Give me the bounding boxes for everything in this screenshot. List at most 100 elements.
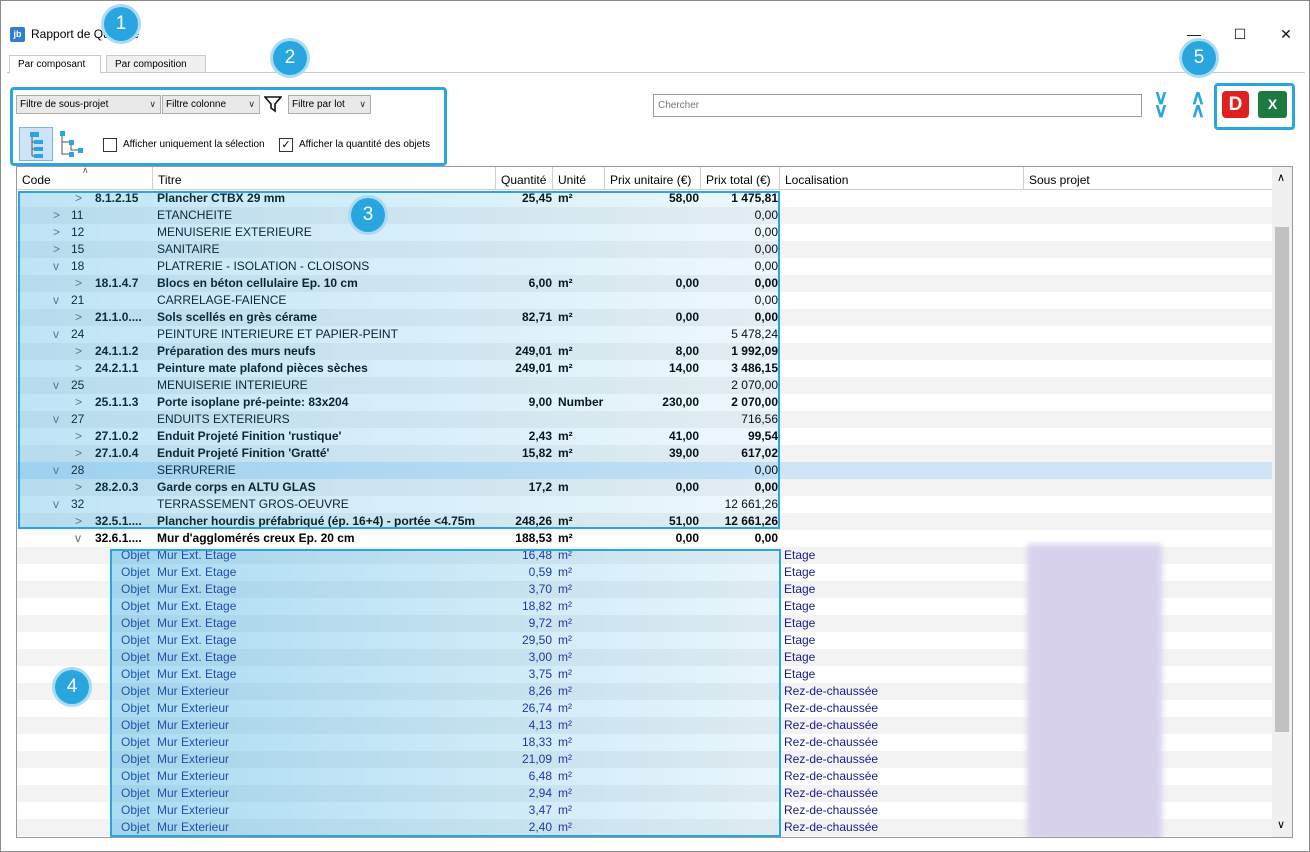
group-row[interactable]: >15 SANITAIRE 0,00 — [17, 241, 1272, 258]
chevron-right-icon[interactable]: > — [75, 428, 89, 445]
group-row[interactable]: >12 MENUISERIE EXTERIEURE 0,00 — [17, 224, 1272, 241]
unit-cell: m² — [558, 667, 572, 681]
group-row[interactable]: v 32 TERRASSEMENT GROS-OEUVRE 12 661,26 — [17, 496, 1272, 513]
unit-price-cell — [605, 462, 699, 479]
search-input[interactable]: Chercher — [653, 94, 1142, 117]
show-object-qty-checkbox[interactable]: ✓ — [279, 138, 293, 152]
column-header-unite[interactable]: Unité — [553, 167, 605, 190]
group-row[interactable]: v 27 ENDUITS EXTERIEURS 716,56 — [17, 411, 1272, 428]
column-header-titre[interactable]: Titre — [153, 167, 496, 190]
lot-filter-dropdown[interactable]: Filtre par lot ∨ — [288, 95, 371, 114]
pdf-export-button[interactable]: D — [1222, 91, 1249, 118]
maximize-button[interactable]: ☐ — [1217, 21, 1263, 47]
quantity-cell: 249,01 — [515, 361, 552, 375]
vertical-scrollbar[interactable]: ∧ ∨ — [1272, 167, 1292, 837]
table-row[interactable]: >25.1.1.3 Porte isoplane pré-peinte: 83x2… — [17, 394, 1272, 411]
table-row[interactable]: >27.1.0.4 Enduit Projeté Finition 'Gratté… — [17, 445, 1272, 462]
group-row[interactable]: v 25 MENUISERIE INTERIEURE 2 070,00 — [17, 377, 1272, 394]
code-cell: 11 — [71, 208, 84, 222]
code-cell: 27 — [71, 412, 85, 426]
unit-cell: m² — [558, 276, 573, 290]
quantity-cell: 15,82 — [521, 446, 552, 460]
chevron-down-icon[interactable]: v — [53, 411, 67, 428]
chevron-down-icon[interactable]: v — [53, 462, 67, 479]
group-row[interactable]: v 24 PEINTURE INTERIEURE ET PAPIER-PEINT 5 … — [17, 326, 1272, 343]
chevron-down-icon: ∨ — [149, 99, 156, 109]
chevron-right-icon[interactable]: > — [75, 190, 89, 207]
unit-price-cell — [605, 258, 699, 275]
group-row[interactable]: v 18 PLATRERIE - ISOLATION - CLOISONS 0,00 — [17, 258, 1272, 275]
column-header-sous-projet[interactable]: Sous projet — [1024, 167, 1272, 190]
excel-export-button[interactable]: X — [1258, 91, 1287, 118]
unit-price-cell: 39,00 — [668, 446, 699, 460]
chevron-down-icon[interactable]: v — [75, 530, 89, 547]
group-row[interactable]: v 28 SERRURERIE 0,00 — [17, 462, 1272, 479]
table-row[interactable]: >8.1.2.15 Plancher CTBX 29 mm 25,45 m² 58,00… — [17, 190, 1272, 207]
title-cell: Mur Ext. Etage — [157, 565, 237, 579]
column-header-prix-total[interactable]: Prix total (€) — [701, 167, 780, 190]
scroll-up-icon[interactable]: ∧ — [1277, 171, 1285, 184]
minimize-button[interactable]: — — [1171, 21, 1217, 47]
chevron-down-icon[interactable]: v — [53, 326, 67, 343]
close-button[interactable]: ✕ — [1263, 21, 1309, 47]
title-cell: Mur Exterieur — [157, 769, 230, 783]
chevron-right-icon[interactable]: > — [75, 513, 89, 530]
tab-par-composant[interactable]: Par composant — [9, 55, 101, 74]
code-cell: 32.5.1.... — [95, 514, 142, 528]
column-header-prix-unitaire[interactable]: Prix unitaire (€) — [605, 167, 701, 190]
chevron-down-icon[interactable]: v — [53, 377, 67, 394]
collapse-all-icon[interactable]: ∧ ∧ — [1187, 88, 1209, 121]
chevron-right-icon[interactable]: > — [75, 445, 89, 462]
table-row[interactable]: >32.5.1.... Plancher hourdis préfabriqué … — [17, 513, 1272, 530]
code-cell: 12 — [71, 225, 85, 239]
quantity-cell — [496, 207, 552, 224]
group-row[interactable]: >11 ETANCHEITE 0,00 — [17, 207, 1272, 224]
column-header-quantite[interactable]: Quantité — [496, 167, 553, 190]
chevron-right-icon[interactable]: > — [75, 275, 89, 292]
chevron-right-icon[interactable]: > — [75, 479, 89, 496]
quantity-cell: 9,72 — [528, 616, 552, 630]
chevron-down-icon[interactable]: v — [53, 292, 67, 309]
funnel-filter-icon[interactable] — [264, 95, 282, 113]
title-cell: Mur Exterieur — [157, 718, 230, 732]
table-row[interactable]: >21.1.0.... Sols scellés en grès cérame 82… — [17, 309, 1272, 326]
location-cell: Rez-de-chaussée — [784, 684, 879, 698]
chevron-right-icon[interactable]: > — [75, 309, 89, 326]
table-row[interactable]: >18.1.4.7 Blocs en béton cellulaire Ep. 1… — [17, 275, 1272, 292]
only-selection-checkbox[interactable] — [103, 138, 117, 152]
chevron-down-icon[interactable]: v — [53, 258, 67, 275]
scrollbar-thumb[interactable] — [1275, 227, 1289, 732]
table-row[interactable]: >28.2.0.3 Garde corps en ALTU GLAS 17,2 m 0,… — [17, 479, 1272, 496]
code-cell: 24.1.1.2 — [95, 344, 139, 358]
scroll-down-icon[interactable]: ∨ — [1277, 818, 1285, 831]
title-cell: Enduit Projeté Finition 'rustique' — [157, 429, 342, 443]
unit-price-cell — [605, 377, 699, 394]
table-row[interactable]: >27.1.0.2 Enduit Projeté Finition 'rustiq… — [17, 428, 1272, 445]
code-cell: 28.2.0.3 — [95, 480, 139, 494]
chevron-down-icon[interactable]: v — [53, 496, 67, 513]
unit-cell: m² — [558, 531, 573, 545]
subproject-filter-dropdown[interactable]: Filtre de sous-projet ∨ — [16, 95, 161, 114]
chevron-right-icon[interactable]: > — [75, 343, 89, 360]
chevron-right-icon[interactable]: > — [75, 394, 89, 411]
expand-all-icon[interactable]: ∨ ∨ — [1150, 88, 1172, 121]
column-header-localisation[interactable]: Localisation — [780, 167, 1024, 190]
column-filter-dropdown[interactable]: Filtre colonne ∨ — [162, 95, 260, 114]
chevron-right-icon[interactable]: > — [75, 360, 89, 377]
total-price-cell: 0,00 — [754, 225, 778, 239]
group-row[interactable]: v 21 CARRELAGE-FAIENCE 0,00 — [17, 292, 1272, 309]
sort-up-icon: ∧ — [82, 166, 89, 175]
unit-price-cell — [605, 207, 699, 224]
chevron-right-icon[interactable]: > — [53, 224, 67, 241]
quantity-cell: 25,45 — [521, 191, 552, 205]
unit-cell — [558, 411, 604, 428]
chevron-right-icon[interactable]: > — [53, 241, 67, 258]
hierarchy-view-button[interactable] — [55, 127, 89, 161]
chevron-right-icon[interactable]: > — [53, 207, 67, 224]
unit-cell: Number — [558, 395, 604, 409]
tab-par-composition[interactable]: Par composition — [106, 55, 206, 73]
table-row[interactable]: >24.2.1.1 Peinture mate plafond pièces sè… — [17, 360, 1272, 377]
quantity-cell — [496, 377, 552, 394]
table-row[interactable]: >24.1.1.2 Préparation des murs neufs 249,0… — [17, 343, 1272, 360]
tree-view-button[interactable] — [19, 127, 53, 161]
